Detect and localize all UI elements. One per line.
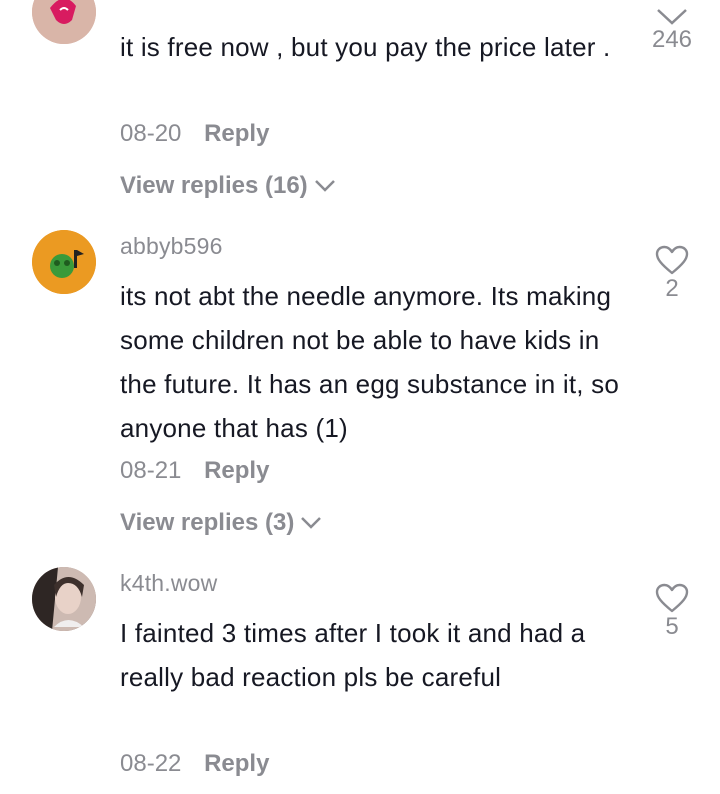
comment-username[interactable]: k4th.wow xyxy=(120,570,217,597)
avatar[interactable] xyxy=(32,230,96,294)
avatar[interactable] xyxy=(32,567,96,631)
avatar-image xyxy=(32,0,96,44)
comment-meta: 08-21 Reply xyxy=(120,457,269,485)
avatar[interactable] xyxy=(32,0,96,44)
reply-button[interactable]: Reply xyxy=(204,750,269,777)
comment-text: it is free now , but you pay the price l… xyxy=(120,32,611,62)
comment-text: I fainted 3 times after I took it and ha… xyxy=(120,618,586,692)
view-replies-label: View replies (16) xyxy=(120,172,308,199)
comment-username[interactable]: abbyb596 xyxy=(120,233,223,260)
chevron-down-icon xyxy=(657,9,687,25)
view-replies-label: View replies (3) xyxy=(120,509,295,536)
comment-meta: 08-20 Reply xyxy=(120,120,269,148)
comment-meta: 08-22 Reply xyxy=(120,750,269,778)
like-button[interactable]: 246 xyxy=(640,6,704,54)
avatar-image xyxy=(32,230,96,294)
like-count: 2 xyxy=(665,275,679,302)
comment-date: 08-20 xyxy=(120,120,182,147)
comment-text: its not abt the needle anymore. Its maki… xyxy=(120,281,619,443)
reply-button[interactable]: Reply xyxy=(204,457,269,484)
chevron-down-icon xyxy=(314,180,335,192)
heart-outline-icon xyxy=(655,245,689,275)
reply-button[interactable]: Reply xyxy=(204,120,269,147)
comment-date: 08-22 xyxy=(120,750,182,777)
like-button[interactable]: 2 xyxy=(640,245,704,303)
like-count: 246 xyxy=(651,26,693,53)
chevron-down-icon xyxy=(301,517,322,529)
avatar-image xyxy=(32,567,96,631)
view-replies-button[interactable]: View replies (16) xyxy=(120,172,336,200)
heart-outline-icon xyxy=(655,583,689,613)
like-button[interactable]: 5 xyxy=(640,583,704,641)
like-count: 5 xyxy=(665,613,679,640)
comment-date: 08-21 xyxy=(120,457,182,484)
view-replies-button[interactable]: View replies (3) xyxy=(120,509,322,537)
